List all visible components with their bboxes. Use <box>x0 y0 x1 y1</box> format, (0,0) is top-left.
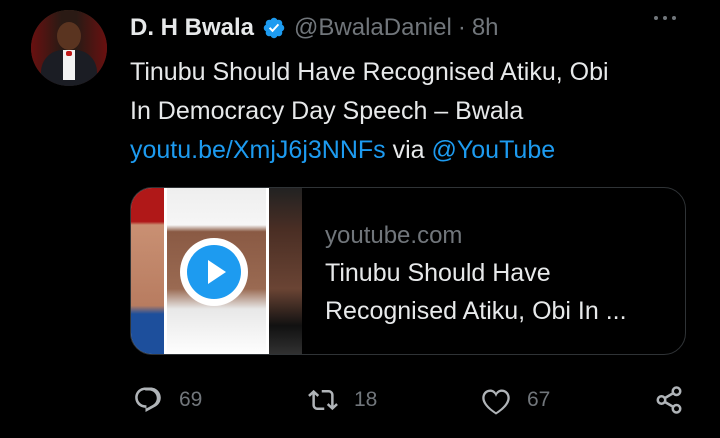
retweet-icon <box>308 389 338 411</box>
tweet-text: Tinubu Should Have Recognised Atiku, Obi… <box>130 53 690 170</box>
avatar-head <box>57 22 81 50</box>
author-handle[interactable]: @BwalaDaniel <box>294 14 452 42</box>
retweet-count: 18 <box>354 388 378 411</box>
action-bar: 69 18 67 <box>0 380 720 420</box>
youtube-mention[interactable]: @YouTube <box>432 136 556 164</box>
tweet-text-line: In Democracy Day Speech – Bwala <box>130 97 524 125</box>
timestamp[interactable]: 8h <box>472 14 499 42</box>
tweet-header: D. H Bwala @BwalaDaniel · 8h <box>130 12 499 44</box>
verified-badge-icon <box>263 17 285 39</box>
tweet-link[interactable]: youtu.be/XmjJ6j3NNFs <box>130 136 386 164</box>
separator-dot: · <box>457 14 466 41</box>
play-icon-inner <box>187 245 241 299</box>
avatar[interactable] <box>31 10 107 86</box>
reply-icon <box>135 387 161 413</box>
thumbnail-divider <box>164 188 167 354</box>
retweet-button[interactable]: 18 <box>308 380 377 420</box>
card-title-line: Tinubu Should Have <box>325 259 551 287</box>
more-icon[interactable] <box>654 16 676 20</box>
card-text: youtube.com Tinubu Should Have Recognise… <box>325 218 675 330</box>
thumbnail-person-left <box>131 188 165 354</box>
thumbnail-person-right <box>267 188 302 354</box>
heart-icon <box>482 389 510 415</box>
avatar-tie <box>66 51 72 56</box>
via-text: via <box>385 136 432 164</box>
tweet-link-line: youtu.be/XmjJ6j3NNFs via @YouTube <box>130 131 690 170</box>
like-button[interactable]: 67 <box>481 380 550 420</box>
more-dot <box>654 16 658 20</box>
like-count: 67 <box>527 388 551 411</box>
share-icon <box>656 386 682 414</box>
tweet-text-line: Tinubu Should Have Recognised Atiku, Obi <box>130 58 609 86</box>
link-preview-card[interactable]: youtube.com Tinubu Should Have Recognise… <box>130 187 686 355</box>
video-thumbnail[interactable] <box>131 188 302 354</box>
author-name[interactable]: D. H Bwala <box>130 14 254 42</box>
play-icon[interactable] <box>180 238 248 306</box>
reply-count: 69 <box>179 388 203 411</box>
more-dot <box>663 16 667 20</box>
card-title-line: Recognised Atiku, Obi In ... <box>325 297 627 325</box>
card-domain: youtube.com <box>325 222 463 249</box>
more-dot <box>672 16 676 20</box>
thumbnail-divider <box>266 188 269 354</box>
share-button[interactable] <box>654 380 684 420</box>
reply-button[interactable]: 69 <box>133 380 202 420</box>
